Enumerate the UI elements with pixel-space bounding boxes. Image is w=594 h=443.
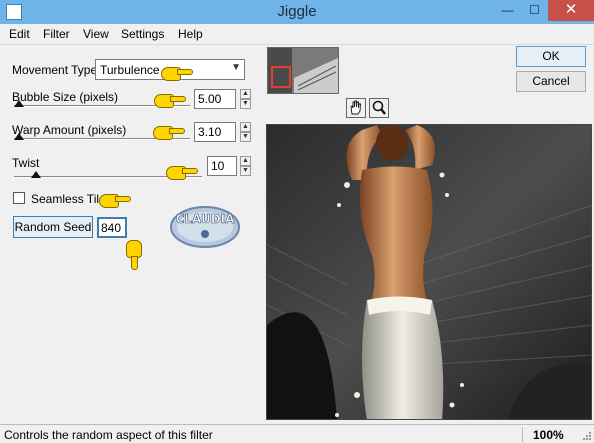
preview-navigator[interactable] [267,47,339,94]
twist-label: Twist [12,156,40,170]
menu-edit[interactable]: Edit [9,27,30,41]
seamless-tile-checkbox[interactable] [13,192,25,204]
pointing-hand-icon [124,240,144,270]
bubble-size-spinner[interactable]: ▲ ▼ [240,89,251,109]
menu-settings[interactable]: Settings [121,27,164,41]
twist-thumb[interactable] [31,171,41,178]
warp-amount-label: Warp Amount (pixels) [12,123,127,137]
cancel-button[interactable]: Cancel [516,71,586,92]
navigator-viewport[interactable] [271,66,291,88]
claudia-watermark: CLAUDIA [170,206,240,248]
twist-spinner[interactable]: ▲ ▼ [240,156,251,176]
warp-amount-thumb[interactable] [14,133,24,140]
status-bar: Controls the random aspect of this filte… [0,424,594,443]
movement-type-label: Movement Type: [12,63,101,77]
bubble-size-input[interactable]: 5.00 [194,89,236,109]
bubble-size-label: Bubble Size (pixels) [12,90,119,104]
magnifier-icon[interactable] [369,98,389,118]
menu-help[interactable]: Help [178,27,203,41]
close-button[interactable]: ✕ [548,0,594,21]
random-seed-input[interactable]: 840 [97,217,127,238]
resize-grip-icon[interactable] [582,431,592,441]
twist-input[interactable]: 10 [207,156,237,176]
title-bar: Jiggle — ☐ ✕ [0,0,594,24]
ok-button[interactable]: OK [516,46,586,67]
bubble-size-thumb[interactable] [14,100,24,107]
maximize-button[interactable]: ☐ [521,0,548,21]
minimize-button[interactable]: — [494,0,521,21]
preview-canvas[interactable] [266,124,592,420]
zoom-level: 100% [533,428,564,442]
status-hint: Controls the random aspect of this filte… [4,428,213,442]
random-seed-button[interactable]: Random Seed [13,216,93,238]
chevron-down-icon: ▼ [231,62,241,73]
seamless-tile-label: Seamless Tile [31,192,106,206]
pointing-hand-icon [99,191,131,209]
hand-pan-icon[interactable] [346,98,366,118]
movement-type-value: Turbulence [100,63,160,77]
warp-amount-spinner[interactable]: ▲ ▼ [240,122,251,142]
preview-image [267,125,591,419]
status-separator [522,427,523,442]
menu-bar: Edit Filter View Settings Help [0,24,594,45]
menu-view[interactable]: View [83,27,109,41]
warp-amount-input[interactable]: 3.10 [194,122,236,142]
pointing-hand-icon [161,64,193,82]
watermark-text: CLAUDIA [176,212,236,226]
pointing-hand-icon [166,163,198,181]
menu-filter[interactable]: Filter [43,27,70,41]
pointing-hand-icon [154,91,186,109]
pointing-hand-icon [153,123,185,141]
